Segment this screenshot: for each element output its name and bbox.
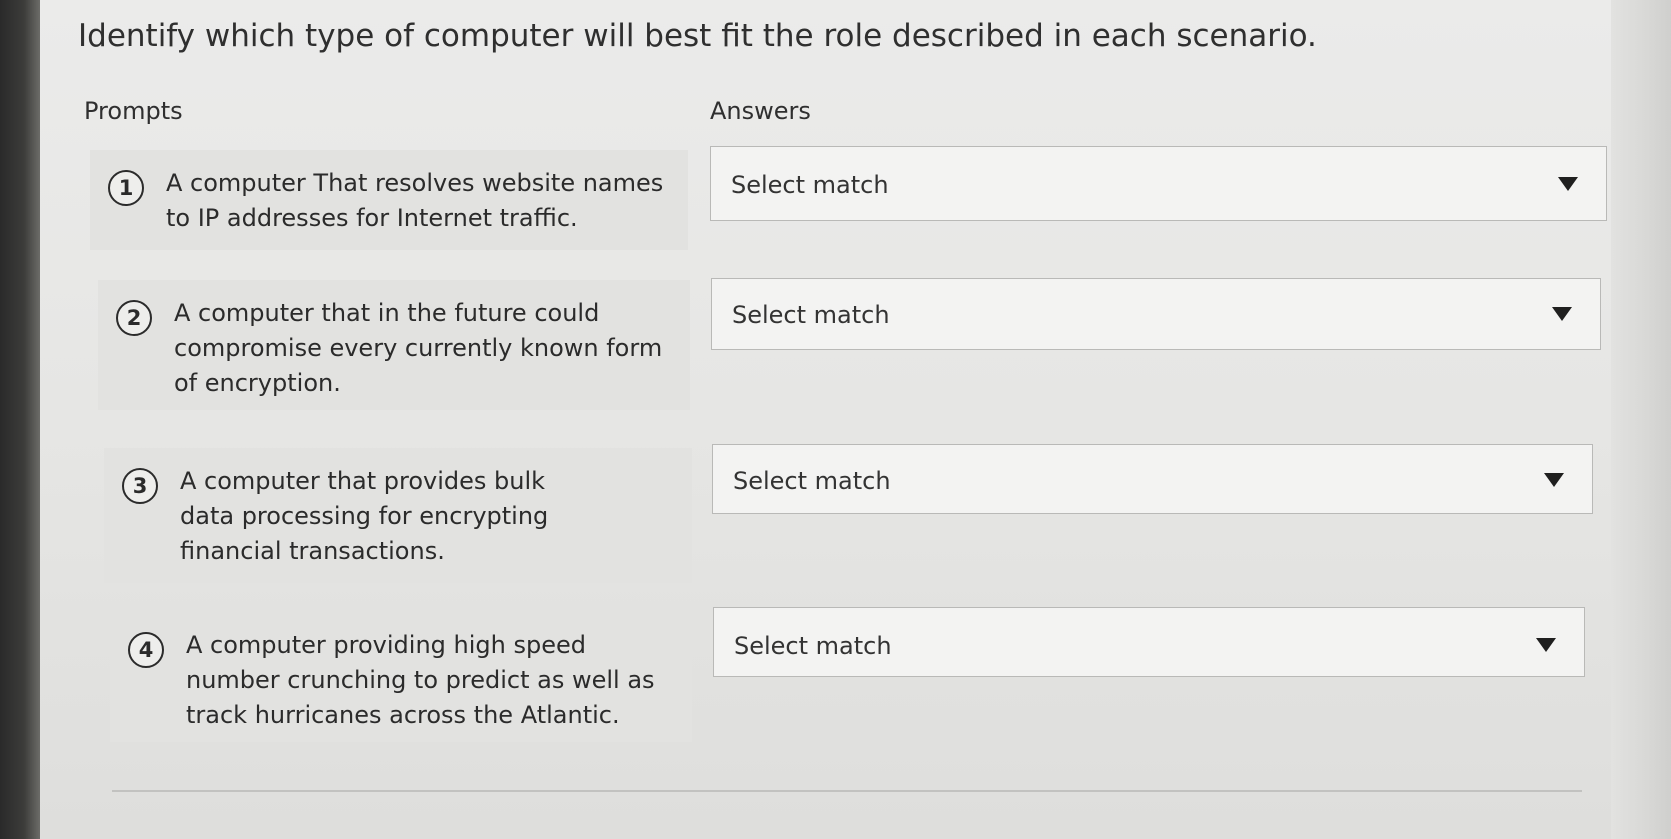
select-value: Select match <box>733 467 891 495</box>
chevron-down-icon[interactable] <box>1544 473 1564 487</box>
answers-header: Answers <box>710 97 811 125</box>
prompts-header: Prompts <box>84 97 183 125</box>
answer-select-4[interactable]: Select match <box>713 607 1585 677</box>
prompt-item-4: 4 A computer providing high speed number… <box>110 612 692 742</box>
answer-select-3[interactable]: Select match <box>712 444 1593 514</box>
prompt-number-badge: 2 <box>116 300 152 336</box>
prompt-item-2: 2 A computer that in the future could co… <box>98 280 690 410</box>
select-value: Select match <box>731 171 889 199</box>
select-value: Select match <box>734 632 892 660</box>
chevron-down-icon[interactable] <box>1558 177 1578 191</box>
prompt-text: A computer That resolves website names t… <box>166 169 664 232</box>
chevron-down-icon[interactable] <box>1536 638 1556 652</box>
prompt-text: A computer providing high speed number c… <box>186 631 655 729</box>
answer-select-1[interactable]: Select match <box>710 146 1607 221</box>
prompt-item-1: 1 A computer That resolves website names… <box>90 150 688 250</box>
divider-line <box>112 790 1582 792</box>
prompt-number-badge: 3 <box>122 468 158 504</box>
screen-bezel-left <box>0 0 40 839</box>
prompt-text: A computer that in the future could comp… <box>174 299 663 397</box>
prompt-item-3: 3 A computer that provides bulk data pro… <box>104 448 692 583</box>
prompt-number-badge: 4 <box>128 632 164 668</box>
select-value: Select match <box>732 301 890 329</box>
prompt-number-badge: 1 <box>108 170 144 206</box>
question-title: Identify which type of computer will bes… <box>78 18 1317 54</box>
answer-select-2[interactable]: Select match <box>711 278 1601 350</box>
prompt-text: A computer that provides bulk data proce… <box>180 467 549 565</box>
chevron-down-icon[interactable] <box>1552 307 1572 321</box>
screen-edge-right <box>1611 0 1671 839</box>
